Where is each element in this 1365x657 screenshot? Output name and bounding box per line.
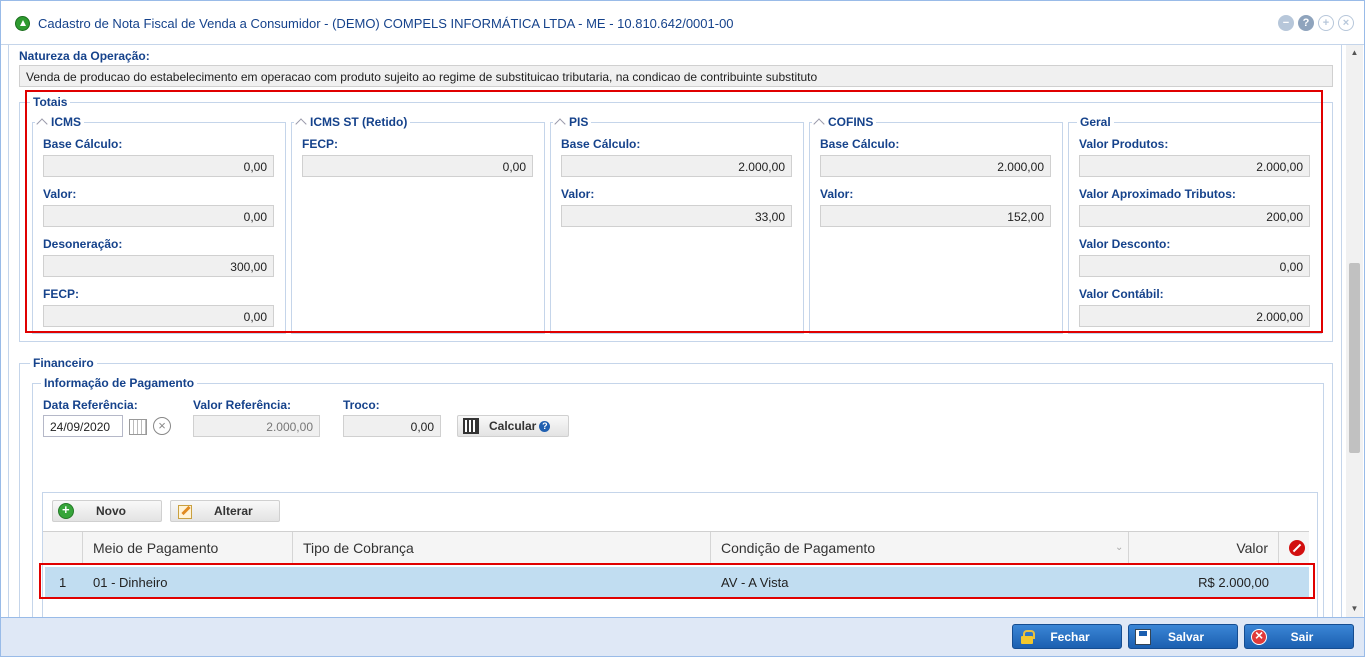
alterar-label: Alterar (214, 504, 253, 518)
novo-button[interactable]: Novo (52, 500, 162, 522)
main-window: Cadastro de Nota Fiscal de Venda a Consu… (0, 0, 1365, 657)
form-content: Natureza da Operação: Venda de producao … (8, 45, 1342, 617)
column-header-tipo[interactable]: Tipo de Cobrança (293, 532, 711, 563)
salvar-button[interactable]: Salvar (1128, 624, 1238, 649)
scroll-up-icon[interactable]: ▲ (1346, 45, 1363, 61)
info-pagamento-legend: Informação de Pagamento (41, 376, 198, 390)
lock-icon (1019, 629, 1035, 645)
maximize-icon[interactable]: + (1318, 15, 1334, 31)
salvar-label: Salvar (1167, 629, 1205, 644)
row-highlight (39, 563, 1315, 599)
totais-highlight (25, 90, 1323, 333)
troco-field: 0,00 (343, 415, 441, 437)
vertical-scrollbar[interactable]: ▲ ▼ (1346, 45, 1363, 617)
column-menu-icon[interactable]: ⌄ (1115, 542, 1123, 553)
add-icon (58, 502, 74, 519)
column-header-valor[interactable]: Valor (1129, 532, 1279, 563)
valor-ref-field: 2.000,00 (193, 415, 320, 437)
financeiro-legend: Financeiro (30, 356, 97, 370)
window-title: Cadastro de Nota Fiscal de Venda a Consu… (38, 16, 734, 31)
minimize-icon[interactable]: − (1278, 15, 1294, 31)
alterar-button[interactable]: Alterar (170, 500, 280, 522)
fechar-label: Fechar (1050, 629, 1090, 644)
troco-label: Troco: (343, 398, 380, 412)
help-icon[interactable]: ? (1298, 15, 1314, 31)
data-ref-label: Data Referência: (43, 398, 138, 412)
clear-icon[interactable]: × (153, 417, 171, 435)
fechar-button[interactable]: Fechar (1012, 624, 1122, 649)
valor-ref-label: Valor Referência: (193, 398, 292, 412)
data-ref-input[interactable]: 24/09/2020 (43, 415, 123, 437)
calcular-label: Calcular (489, 419, 537, 433)
calculator-icon (463, 418, 479, 434)
calcular-button[interactable]: Calcular ? (457, 415, 569, 437)
add-document-icon (15, 16, 30, 31)
close-icon[interactable]: × (1338, 15, 1354, 31)
help-icon[interactable]: ? (539, 420, 551, 432)
edit-icon (176, 503, 192, 519)
payments-grid: Novo Alterar Meio de Pagamento Tipo de C… (39, 492, 1318, 617)
column-header-meio[interactable]: Meio de Pagamento (83, 532, 293, 563)
grid-header: Meio de Pagamento Tipo de Cobrança Condi… (43, 531, 1309, 564)
scroll-down-icon[interactable]: ▼ (1346, 601, 1363, 617)
novo-label: Novo (96, 504, 126, 518)
natureza-label: Natureza da Operação: (19, 49, 150, 63)
natureza-field: Venda de producao do estabelecimento em … (19, 65, 1333, 87)
calendar-icon[interactable] (129, 419, 147, 435)
rownum-column-header (43, 532, 83, 563)
sair-label: Sair (1290, 629, 1314, 644)
window-titlebar: Cadastro de Nota Fiscal de Venda a Consu… (1, 1, 1364, 45)
save-icon (1135, 628, 1151, 645)
column-header-condicao[interactable]: Condição de Pagamento (711, 532, 1129, 563)
sair-button[interactable]: Sair (1244, 624, 1354, 649)
window-tools: − ? + × (1278, 15, 1354, 31)
scroll-thumb[interactable] (1349, 263, 1360, 453)
delete-icon[interactable] (1289, 540, 1305, 556)
exit-icon (1251, 627, 1267, 645)
footer-toolbar: Fechar Salvar Sair (1, 617, 1364, 656)
